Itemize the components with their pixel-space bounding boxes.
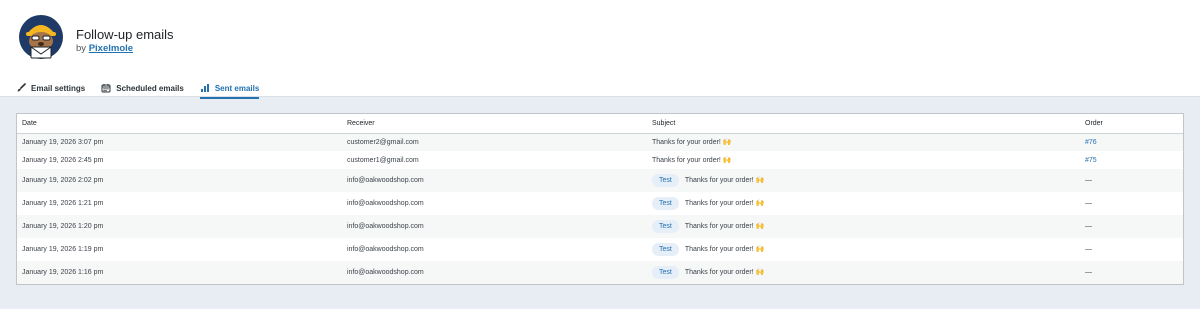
cell-receiver: info@oakwoodshop.com <box>342 215 647 238</box>
subject-text: Thanks for your order! 🙌 <box>684 177 765 184</box>
column-header-subject: Subject <box>647 114 1080 134</box>
calendar-icon <box>101 84 111 93</box>
cell-receiver: customer2@gmail.com <box>342 133 647 151</box>
test-badge: Test <box>652 266 679 279</box>
cell-order: — <box>1085 246 1092 253</box>
table-row: January 19, 2026 1:16 pm info@oakwoodsho… <box>17 261 1183 284</box>
cell-order: — <box>1080 215 1183 238</box>
cell-order: #76 <box>1080 133 1183 151</box>
cell-receiver: info@oakwoodshop.com <box>347 246 424 253</box>
cell-date: January 19, 2026 1:19 pm <box>22 246 104 253</box>
author-link[interactable]: Pixelmole <box>89 43 133 54</box>
cell-subject: Thanks for your order! 🙌 <box>647 133 1080 151</box>
subject-text: Thanks for your order! 🙌 <box>684 269 765 276</box>
cell-order: #75 <box>1080 151 1183 169</box>
table-row: January 19, 2026 1:20 pm info@oakwoodsho… <box>17 215 1183 238</box>
tab-sent-emails[interactable]: Sent emails <box>199 80 275 99</box>
table-row: January 19, 2026 2:02 pm info@oakwoodsho… <box>17 169 1183 192</box>
sent-emails-table: Date Receiver Subject Order January 19, … <box>17 114 1183 284</box>
cell-date: January 19, 2026 3:07 pm <box>17 133 342 151</box>
column-header-order: Order <box>1080 114 1183 134</box>
tab-label: Email settings <box>31 83 86 93</box>
tab-scheduled-emails[interactable]: Scheduled emails <box>101 80 200 96</box>
subject-text: Thanks for your order! 🙌 <box>652 139 732 147</box>
cell-date: January 19, 2026 2:45 pm <box>22 156 104 164</box>
test-badge: Test <box>652 220 679 233</box>
cell-subject: Test Thanks for your order! 🙌 <box>647 261 1080 284</box>
cell-order: — <box>1085 200 1092 207</box>
cell-receiver: info@oakwoodshop.com <box>342 261 647 284</box>
plugin-byline: by Pixelmole <box>76 43 133 54</box>
test-badge: Test <box>652 197 679 210</box>
subject-text: Thanks for your order! 🙌 <box>684 200 765 207</box>
subject-text: Thanks for your order! 🙌 <box>652 157 732 164</box>
page-title: Follow-up emails <box>76 27 174 42</box>
cell-order: — <box>1080 169 1183 192</box>
cell-subject: Test Thanks for your order! 🙌 <box>647 169 1080 192</box>
cell-subject: Test Thanks for your order! 🙌 <box>647 192 1080 215</box>
table-row: January 19, 2026 1:19 pm info@oakwoodsho… <box>17 238 1183 261</box>
cell-subject: Test Thanks for your order! 🙌 <box>647 238 1080 261</box>
cell-receiver: info@oakwoodshop.com <box>347 200 424 207</box>
bar-chart-icon <box>200 84 209 92</box>
tab-label: Scheduled emails <box>116 83 184 93</box>
tab-email-settings[interactable]: Email settings <box>16 80 101 96</box>
cell-date: January 19, 2026 1:20 pm <box>17 215 342 238</box>
table-row: January 19, 2026 2:45 pm customer1@gmail… <box>17 151 1183 169</box>
plugin-header: Follow-up emails by Pixelmole Email sett… <box>0 0 1200 99</box>
test-badge: Test <box>652 243 679 256</box>
cell-date: January 19, 2026 2:02 pm <box>17 169 342 192</box>
cell-date: January 19, 2026 1:16 pm <box>17 261 342 284</box>
subject-text: Thanks for your order! 🙌 <box>684 223 765 230</box>
table-row: January 19, 2026 1:21 pm info@oakwoodsho… <box>17 192 1183 215</box>
cell-receiver: customer1@gmail.com <box>347 156 419 164</box>
pixelmole-mascot-logo <box>19 15 63 59</box>
table-row: January 19, 2026 3:07 pm customer2@gmail… <box>17 133 1183 151</box>
column-header-receiver: Receiver <box>342 114 647 134</box>
tab-bar: Email settings Scheduled emails Sent ema… <box>16 80 275 99</box>
byline-prefix: by <box>76 43 87 54</box>
cell-subject: Thanks for your order! 🙌 <box>647 151 1080 169</box>
tab-label: Sent emails <box>214 83 260 93</box>
subject-text: Thanks for your order! 🙌 <box>684 246 765 253</box>
table-header-row: Date Receiver Subject Order <box>17 114 1183 134</box>
cell-date: January 19, 2026 1:21 pm <box>22 200 104 207</box>
cell-order: — <box>1080 261 1183 284</box>
cell-subject: Test Thanks for your order! 🙌 <box>647 215 1080 238</box>
cell-receiver: info@oakwoodshop.com <box>342 169 647 192</box>
paintbrush-icon <box>17 83 26 92</box>
order-link[interactable]: #75 <box>1085 157 1097 164</box>
sent-emails-table-panel: Date Receiver Subject Order January 19, … <box>16 113 1184 285</box>
test-badge: Test <box>652 174 679 187</box>
order-link[interactable]: #76 <box>1085 139 1097 146</box>
column-header-date: Date <box>17 114 342 134</box>
